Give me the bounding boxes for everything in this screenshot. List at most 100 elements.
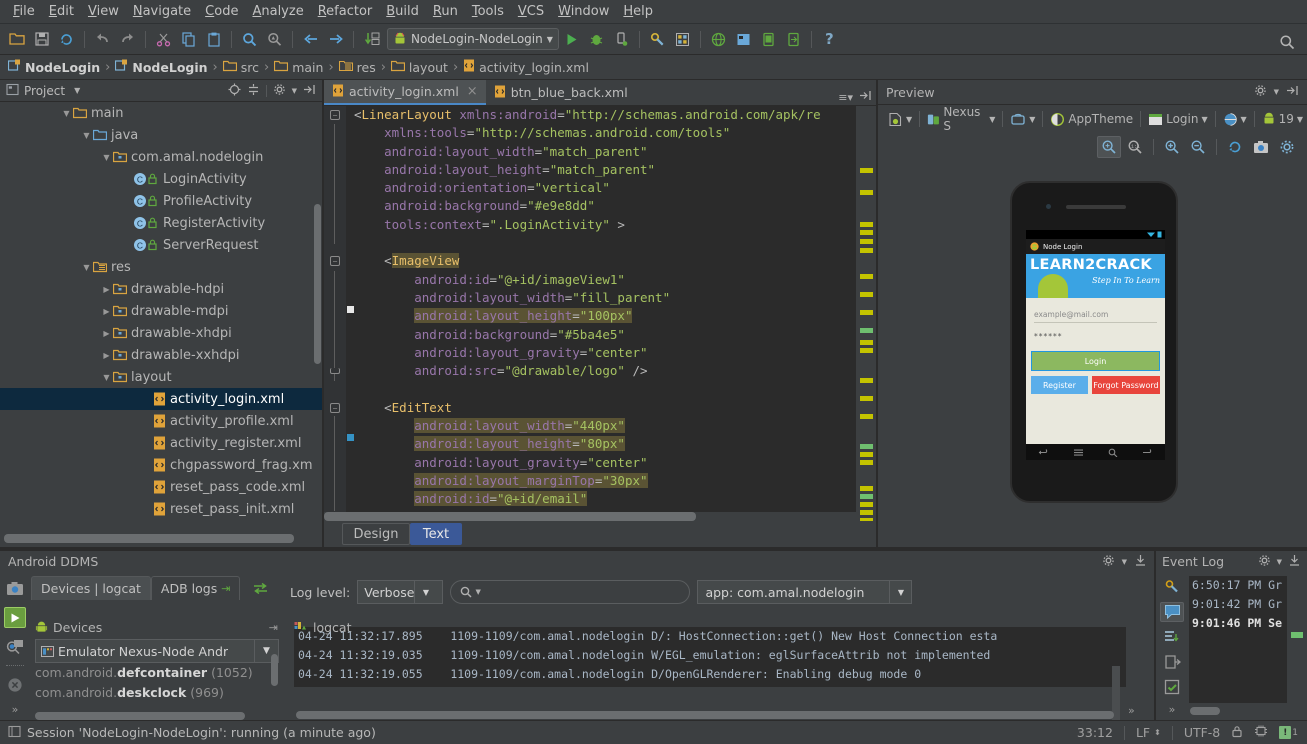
attach-debugger-icon[interactable] xyxy=(610,28,633,51)
tab-text[interactable]: Text xyxy=(410,523,462,545)
code-marker[interactable] xyxy=(860,292,873,297)
system-information-icon[interactable] xyxy=(4,636,26,657)
preview-locale-selector[interactable]: ▼ xyxy=(1219,108,1251,130)
save-all-icon[interactable] xyxy=(30,28,53,51)
menu-analyze[interactable]: Analyze xyxy=(245,2,310,21)
code-line[interactable]: android:id="@+id/email" xyxy=(324,490,878,508)
tree-node-chgpassword-frag-xm[interactable]: chgpassword_frag.xm xyxy=(0,454,322,476)
code-marker[interactable] xyxy=(860,414,873,419)
updown-arrows-icon[interactable]: ⬍ xyxy=(1154,728,1161,737)
sync-icon[interactable] xyxy=(55,28,78,51)
gear-icon[interactable] xyxy=(273,83,286,99)
code-marker[interactable] xyxy=(860,190,873,195)
code-line[interactable]: android:layout_gravity="center" xyxy=(324,454,878,472)
hide-panel-icon[interactable] xyxy=(303,83,316,99)
code-line[interactable]: android:layout_width="match_parent" xyxy=(324,143,878,161)
code-line[interactable]: <ImageView − xyxy=(324,252,878,270)
event-log-output[interactable]: 6:50:17 PM Gr 9:01:42 PM Gr 9:01:46 PM Se xyxy=(1189,576,1287,703)
code-marker[interactable] xyxy=(860,230,873,235)
code-marker[interactable] xyxy=(860,452,873,457)
code-line[interactable] xyxy=(324,380,878,398)
code-marker[interactable] xyxy=(860,248,873,253)
minimize-panel-icon[interactable] xyxy=(1134,554,1147,570)
chevron-right-icon[interactable]: ▶ xyxy=(100,329,113,338)
zoom-fit-icon[interactable] xyxy=(1097,136,1121,158)
tab-devices-logcat[interactable]: Devices | logcat xyxy=(31,576,151,600)
logcat-output[interactable]: 04-24 11:32:17.895 1109-1109/com.amal.no… xyxy=(294,627,1126,687)
notification-badge[interactable]: ! 1 xyxy=(1279,726,1298,739)
app-filter-selector[interactable]: app: com.amal.nodelogin ▼ xyxy=(697,580,913,604)
tree-node-main[interactable]: ▼ main xyxy=(0,102,322,124)
paste-icon[interactable] xyxy=(202,28,225,51)
menu-vcs[interactable]: VCS xyxy=(511,2,551,21)
code-marker[interactable] xyxy=(860,486,873,491)
code-marker[interactable] xyxy=(860,274,873,279)
menu-run[interactable]: Run xyxy=(426,2,465,21)
code-marker[interactable] xyxy=(860,340,873,345)
code-marker[interactable] xyxy=(860,239,873,244)
chevron-down-icon[interactable]: ▼ xyxy=(1277,558,1282,566)
breadcrumb-item-activity-login-xml[interactable]: activity_login.xml xyxy=(463,59,589,75)
zoom-out-icon[interactable] xyxy=(1186,136,1210,158)
process-list-item[interactable]: com.android.deskclock (969) xyxy=(35,683,279,703)
run-configuration-selector[interactable]: NodeLogin-NodeLogin ▼ xyxy=(387,28,559,50)
menu-refactor[interactable]: Refactor xyxy=(311,2,380,21)
screen-capture-icon[interactable] xyxy=(4,578,26,599)
gear-icon[interactable] xyxy=(1254,84,1267,100)
run-icon[interactable] xyxy=(560,28,583,51)
tree-node-drawable-hdpi[interactable]: ▶ drawable-hdpi xyxy=(0,278,322,300)
hide-editor-icon[interactable] xyxy=(859,89,872,105)
code-marker[interactable] xyxy=(860,494,873,499)
menu-help[interactable]: Help xyxy=(616,2,660,21)
code-line[interactable]: xmlns:tools="http://schemas.android.com/… xyxy=(324,124,878,142)
chevron-down-icon[interactable]: ▼ xyxy=(60,109,73,118)
devices-vertical-scrollbar[interactable] xyxy=(271,654,278,686)
fold-toggle-icon[interactable]: − xyxy=(330,110,340,120)
breadcrumb-item-nodelogin[interactable]: NodeLogin xyxy=(7,59,100,75)
tree-node-layout[interactable]: ▼ layout xyxy=(0,366,322,388)
stop-process-icon[interactable] xyxy=(4,674,26,695)
open-folder-icon[interactable] xyxy=(5,28,28,51)
preview-device-selector[interactable]: Nexus S ▼ xyxy=(923,105,999,133)
code-marker[interactable] xyxy=(860,222,873,227)
device-sync-icon[interactable] xyxy=(782,28,805,51)
password-edittext[interactable]: ****** xyxy=(1034,332,1157,344)
chevron-down-icon[interactable]: ▼ xyxy=(1274,88,1279,96)
code-line[interactable]: android:layout_marginTop="30px" xyxy=(324,472,878,490)
menu-file[interactable]: File xyxy=(6,2,42,21)
divider[interactable] xyxy=(876,80,878,547)
divider[interactable] xyxy=(322,80,324,547)
project-tree[interactable]: ▼ main ▼ java ▼ com.amal.nodelogin C LoginActiv… xyxy=(0,102,322,539)
gear-icon[interactable] xyxy=(1258,554,1271,570)
device-manager-icon[interactable] xyxy=(757,28,780,51)
breadcrumb-item-layout[interactable]: layout xyxy=(390,60,448,75)
tab-adb-logs[interactable]: ADB logs ⇥ xyxy=(150,576,241,600)
divider[interactable] xyxy=(1154,550,1156,720)
login-button[interactable]: Login xyxy=(1031,351,1160,371)
pin-icon[interactable]: ⇥ xyxy=(269,621,283,634)
locate-file-icon[interactable] xyxy=(228,83,241,99)
restart-logcat-icon[interactable] xyxy=(252,576,269,600)
tree-node-com-amal-nodelogin[interactable]: ▼ com.amal.nodelogin xyxy=(0,146,322,168)
tree-node-res[interactable]: ▼ res xyxy=(0,256,322,278)
forgot-password-button[interactable]: Forgot Password xyxy=(1091,376,1160,394)
logcat-search-input[interactable]: ▼ xyxy=(450,580,691,604)
redo-icon[interactable] xyxy=(116,28,139,51)
expand-toolbar-icon[interactable]: » xyxy=(1169,703,1176,720)
cut-icon[interactable] xyxy=(152,28,175,51)
chevron-down-icon[interactable]: ▼ xyxy=(80,263,93,272)
logcat-horizontal-scrollbar[interactable] xyxy=(296,711,1114,719)
tree-node-profileactivity[interactable]: C ProfileActivity xyxy=(0,190,322,212)
email-edittext[interactable]: example@mail.com xyxy=(1034,310,1157,323)
chevron-down-icon[interactable]: ▼ xyxy=(80,131,93,140)
menu-build[interactable]: Build xyxy=(379,2,426,21)
register-button[interactable]: Register xyxy=(1031,376,1088,394)
run-tests-icon[interactable] xyxy=(1160,678,1184,697)
lock-icon[interactable] xyxy=(1231,725,1243,741)
code-marker[interactable] xyxy=(860,510,873,515)
editor-tab-activity-login-xml[interactable]: activity_login.xml × xyxy=(324,80,486,105)
chevron-right-icon[interactable]: ▶ xyxy=(100,351,113,360)
preview-canvas[interactable]: Node Login LEARN2CRACK Step In To Learn … xyxy=(878,161,1307,547)
code-marker[interactable] xyxy=(860,502,873,507)
tree-node-activity-register-xml[interactable]: activity_register.xml xyxy=(0,432,322,454)
